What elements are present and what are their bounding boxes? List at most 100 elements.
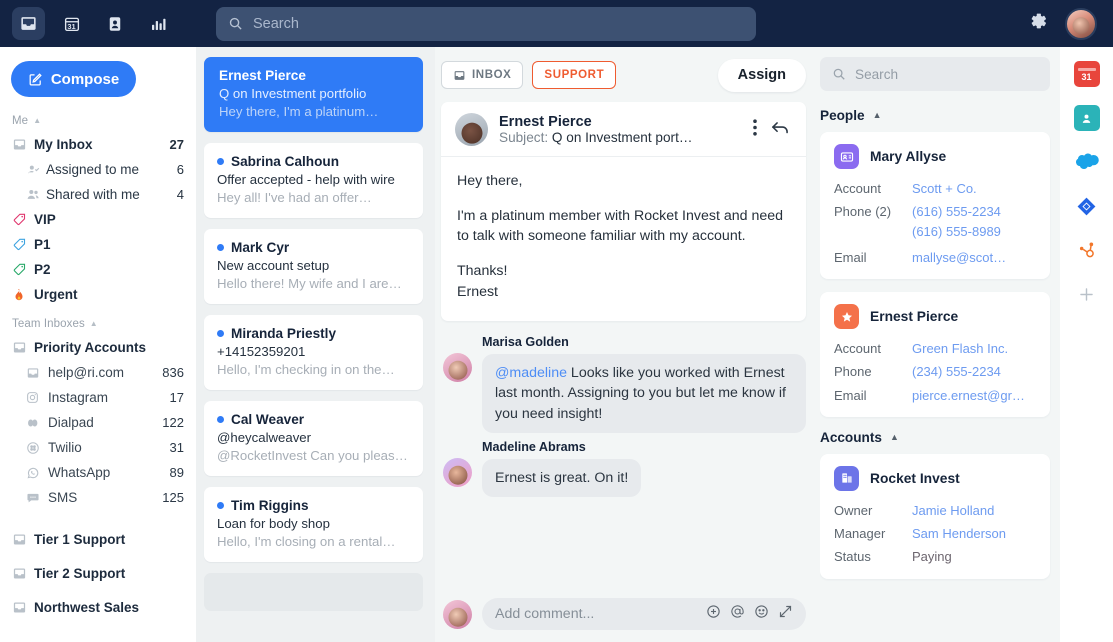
message-header: Ernest Pierce Subject: Q on Investment p… <box>441 102 806 157</box>
comment-item: Marisa Golden @madeline Looks like you w… <box>443 335 806 433</box>
account-card-rocket-invest[interactable]: Rocket Invest Owner Jamie Holland Manage… <box>820 453 1050 579</box>
conversation-list[interactable]: Ernest Pierce Q on Investment portfolio … <box>196 47 435 642</box>
conversation-subject: @heycalweaver <box>217 430 312 445</box>
sidebar-section-me-label: Me <box>12 115 29 127</box>
field-value[interactable]: (234) 555-2234 <box>912 364 1001 380</box>
field-value[interactable]: pierce.ernest@gr… <box>912 388 1025 404</box>
add-attachment-icon[interactable] <box>706 604 721 624</box>
tag-icon <box>12 262 34 277</box>
sidebar-item-northwest-sales[interactable]: Northwest Sales <box>0 595 196 620</box>
left-sidebar: Compose Me ▲ My Inbox 27 Assigned to me … <box>0 47 196 642</box>
field-key: Manager <box>834 526 886 541</box>
sidebar-item-twilio[interactable]: Twilio 31 <box>0 435 196 460</box>
sidebar-item-p1-label: P1 <box>34 237 51 252</box>
sidebar-item-assigned-to-me[interactable]: Assigned to me 6 <box>0 157 196 182</box>
sidebar-item-tier-2-support[interactable]: Tier 2 Support <box>0 561 196 586</box>
sidebar-item-whatsapp-label: WhatsApp <box>48 465 111 480</box>
reply-icon[interactable] <box>770 119 790 141</box>
details-section-accounts[interactable]: Accounts ▲ <box>820 430 1050 445</box>
list-item-partial[interactable] <box>204 573 423 611</box>
sidebar-item-tier-1-support-label: Tier 1 Support <box>34 532 126 547</box>
sidebar-item-p1[interactable]: P1 <box>0 232 196 257</box>
list-item[interactable]: Ernest Pierce Q on Investment portfolio … <box>204 57 423 132</box>
person-field-email: Email mallyse@scot… <box>834 250 1036 266</box>
conversation-preview: @RocketInvest Can you pleas… <box>217 448 408 463</box>
sidebar-item-help-email[interactable]: help@ri.com 836 <box>0 360 196 385</box>
sidebar-item-priority-accounts[interactable]: Priority Accounts <box>0 335 196 360</box>
field-value[interactable]: mallyse@scot… <box>912 250 1006 266</box>
mention-icon[interactable] <box>730 604 745 624</box>
sidebar-item-tier-1-support[interactable]: Tier 1 Support <box>0 527 196 552</box>
expand-icon[interactable] <box>778 604 793 624</box>
kebab-menu-icon[interactable] <box>753 118 757 141</box>
sidebar-item-help-email-label: help@ri.com <box>48 365 124 380</box>
list-item[interactable]: Miranda Priestly +14152359201 Hello, I'm… <box>204 315 423 390</box>
sidebar-item-my-inbox[interactable]: My Inbox 27 <box>0 132 196 157</box>
sidebar-item-whatsapp[interactable]: WhatsApp 89 <box>0 460 196 485</box>
jira-integration-icon[interactable] <box>1074 193 1100 219</box>
list-item[interactable]: Sabrina Calhoun Offer accepted - help wi… <box>204 143 423 218</box>
details-section-people[interactable]: People ▲ <box>820 108 1050 123</box>
tab-inbox[interactable]: INBOX <box>441 61 524 89</box>
field-value[interactable]: Green Flash Inc. <box>912 341 1008 357</box>
inbox-icon[interactable] <box>12 7 45 40</box>
field-value[interactable]: (616) 555-2234 <box>912 204 1001 220</box>
avatar <box>443 352 472 382</box>
sidebar-item-sms[interactable]: SMS 125 <box>0 485 196 510</box>
sidebar-item-shared-with-me[interactable]: Shared with me 4 <box>0 182 196 207</box>
sidebar-item-p2[interactable]: P2 <box>0 257 196 282</box>
person-name: Ernest Pierce <box>870 309 959 324</box>
person-card-mary-allyse[interactable]: Mary Allyse Account Scott + Co. Phone (2… <box>820 132 1050 279</box>
message-subject-text: Q on Investment port… <box>551 130 693 145</box>
gear-icon[interactable] <box>1027 10 1049 37</box>
sidebar-item-vip[interactable]: VIP <box>0 207 196 232</box>
field-key: Email <box>834 249 867 265</box>
user-avatar[interactable] <box>1065 7 1097 40</box>
compose-button[interactable]: Compose <box>11 61 136 97</box>
conversation-subject: New account setup <box>217 258 330 273</box>
conversation-sender-label: Mark Cyr <box>231 240 290 255</box>
calendar-integration-label: 31 <box>1081 72 1092 82</box>
hubspot-integration-icon[interactable] <box>1074 237 1100 263</box>
sidebar-item-vip-label: VIP <box>34 212 56 227</box>
salesforce-integration-icon[interactable] <box>1074 149 1100 175</box>
list-item[interactable]: Tim Riggins Loan for body shop Hello, I'… <box>204 487 423 562</box>
account-name: Rocket Invest <box>870 470 960 486</box>
inbox-icon <box>454 70 465 80</box>
global-search-bar[interactable]: Search <box>216 6 756 41</box>
sidebar-section-me[interactable]: Me ▲ <box>0 113 196 132</box>
sidebar-item-dialpad[interactable]: Dialpad 122 <box>0 410 196 435</box>
sidebar-section-team-inboxes[interactable]: Team Inboxes ▲ <box>0 316 196 335</box>
unread-dot-icon <box>217 416 224 423</box>
conversation-sender: Cal Weaver <box>217 412 410 427</box>
contacts-integration-icon[interactable] <box>1073 105 1100 131</box>
field-value[interactable]: Jamie Holland <box>912 503 994 519</box>
instagram-icon <box>26 391 48 404</box>
analytics-icon[interactable] <box>141 7 174 40</box>
field-value[interactable]: (616) 555-8989 <box>912 224 1001 240</box>
mention-token[interactable]: @madeline <box>495 365 567 381</box>
sidebar-item-instagram[interactable]: Instagram 17 <box>0 385 196 410</box>
tab-support[interactable]: SUPPORT <box>532 61 617 89</box>
contacts-icon[interactable] <box>98 7 131 40</box>
calendar-icon[interactable]: 31 <box>55 7 88 40</box>
field-value[interactable]: Sam Henderson <box>912 526 1006 542</box>
sidebar-item-urgent[interactable]: Urgent <box>0 282 196 307</box>
details-search-input[interactable]: Search <box>820 57 1050 91</box>
list-item[interactable]: Mark Cyr New account setup Hello there! … <box>204 229 423 304</box>
message-sender-name: Ernest Pierce <box>499 114 592 130</box>
whatsapp-icon <box>26 466 48 480</box>
account-field-status: Status Paying <box>834 549 1036 565</box>
field-key: Owner <box>834 502 873 518</box>
message-card: Ernest Pierce Subject: Q on Investment p… <box>441 102 806 321</box>
account-card-title: Rocket Invest <box>834 465 1036 491</box>
person-card-ernest-pierce[interactable]: Ernest Pierce Account Green Flash Inc. P… <box>820 292 1050 417</box>
comment-input[interactable]: Add comment... <box>482 598 806 630</box>
calendar-integration-icon[interactable]: 31 <box>1073 61 1100 87</box>
emoji-icon[interactable] <box>754 604 769 624</box>
list-item[interactable]: Cal Weaver @heycalweaver @RocketInvest C… <box>204 401 423 476</box>
field-value[interactable]: Scott + Co. <box>912 181 977 197</box>
building-icon <box>834 465 859 491</box>
assign-button[interactable]: Assign <box>717 58 806 92</box>
add-integration-icon[interactable] <box>1074 281 1100 307</box>
